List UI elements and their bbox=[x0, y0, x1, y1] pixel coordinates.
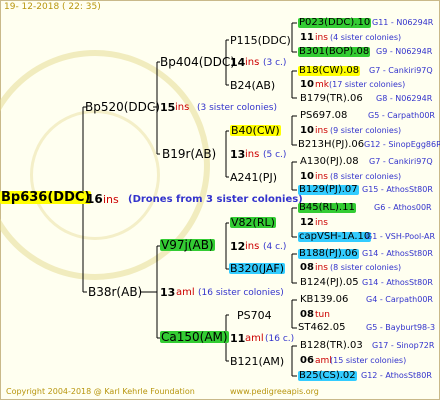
gen3-queen-1: P115(DDC) bbox=[230, 34, 291, 47]
gen4-sisters-11: (8 sister colonies) bbox=[330, 172, 402, 181]
gen4-info-19: G5 - Bayburt98-3 bbox=[366, 323, 436, 332]
gen4-sisters-row: (8 sister colonies) bbox=[330, 263, 402, 272]
gen3-queen-5: V82(RL) bbox=[230, 216, 276, 229]
date-stamp: 19- 12-2018 ( 22: 35) bbox=[4, 2, 101, 12]
gen4-info-3: G9 - N06294R bbox=[376, 47, 433, 56]
root-ins-value: 16 bbox=[86, 192, 103, 206]
root-drones: (Drones from 3 sister colonies) bbox=[128, 194, 303, 205]
gen4-queen-12: B129(PJ).07 bbox=[298, 184, 359, 195]
gen2-ins-3: 12 bbox=[230, 240, 246, 253]
gen2-ins-label-4: aml bbox=[245, 333, 264, 344]
gen4-info-16: G14 - AthosSt80R bbox=[362, 249, 433, 258]
gen4-queen-16: B188(PJ).06 bbox=[298, 248, 359, 259]
gen4-ins-2: 11 bbox=[300, 32, 314, 43]
gen1-ins-label-2: aml bbox=[176, 287, 195, 298]
gen4-ins-11: 10 bbox=[300, 171, 314, 182]
gen4-sisters-5: (17 sister colonies) bbox=[329, 80, 406, 89]
gen4-info-21: G12 - AthosSt80R bbox=[361, 371, 432, 380]
gen4-info-7: G5 - Carpath00R bbox=[368, 111, 435, 120]
gen1-queen-2: B38r(AB) bbox=[88, 285, 143, 299]
gen4-ins-5: 10 bbox=[300, 79, 314, 90]
gen3-ins-label-6: ins bbox=[315, 263, 328, 273]
root-queen: Bp636(DDC) bbox=[0, 190, 92, 205]
pedigree-canvas: 19- 12-2018 ( 22: 35) Bp636(DDC) 16 ins … bbox=[0, 0, 440, 400]
gen4-ins-label-14: ins bbox=[315, 218, 328, 228]
gen4-queen-21: B25(CS).02 bbox=[298, 370, 357, 381]
gen1-ins-1: 15 bbox=[160, 101, 176, 114]
gen4-queen-20: B128(TR).03 bbox=[300, 340, 363, 351]
gen1-queen-1: Bp520(DDC) bbox=[85, 100, 160, 114]
gen4-info-10: G7 - Cankiri97Q bbox=[369, 157, 433, 166]
gen1-ins-label-1: ins bbox=[175, 102, 190, 113]
gen1-sisters-1: (3 sister colonies) bbox=[197, 103, 278, 113]
gen2-ins-label-3: ins bbox=[245, 241, 260, 252]
gen2-ins-4: 11 bbox=[230, 332, 246, 345]
gen4-queen-15: capVSH-1A.10 bbox=[298, 231, 372, 242]
gen4-info-17: G14 - AthosSt80R bbox=[362, 278, 433, 287]
gen3-sisters-8: (15 sister colonies) bbox=[330, 356, 407, 365]
site-url[interactable]: www.pedigreeapis.org bbox=[230, 388, 319, 396]
gen3-ins-label-7: tun bbox=[315, 310, 330, 320]
root-ins-label: ins bbox=[103, 193, 119, 206]
gen2-sisters-3: (4 c.) bbox=[263, 242, 287, 252]
copyright: Copyright 2004-2018 @ Karl Kehrle Founda… bbox=[6, 387, 195, 396]
gen3-queen-6: B320(JAF) bbox=[229, 262, 286, 275]
gen4-queen-1: P023(DDC).10 bbox=[298, 17, 372, 28]
gen4-queen-4: B18(CW).08 bbox=[298, 65, 361, 76]
gen2-queen-1: Bp404(DDC) bbox=[160, 55, 235, 69]
gen4-queen-17: B124(PJ).05 bbox=[300, 277, 359, 288]
gen4-info-1: G11 - N06294R bbox=[372, 18, 434, 27]
gen4-ins-14: 12 bbox=[300, 217, 314, 228]
gen3-queen-7: PS704 bbox=[237, 309, 272, 322]
gen4-ins-label-2: ins bbox=[315, 33, 328, 43]
gen4-ins-8: 10 bbox=[300, 125, 314, 136]
gen2-queen-3: V97j(AB) bbox=[160, 238, 215, 252]
gen4-info-13: G6 - Athos00R bbox=[374, 203, 432, 212]
gen3-queen-8: B121(AM) bbox=[230, 355, 285, 368]
gen1-ins-2: 13 bbox=[160, 286, 176, 299]
gen4-queen-18: KB139.06 bbox=[300, 294, 349, 305]
gen3-queen-3: B40(CW) bbox=[230, 124, 281, 137]
gen2-queen-2: B19r(AB) bbox=[162, 147, 217, 161]
gen4-queen-9: B213H(PJ).06 bbox=[298, 139, 365, 150]
gen2-ins-2: 13 bbox=[230, 148, 246, 161]
gen4-sisters-8: (9 sister colonies) bbox=[330, 126, 402, 135]
gen2-ins-label-1: ins bbox=[245, 57, 260, 68]
gen4-info-9: G12 - SinopEgg86R bbox=[364, 140, 440, 149]
gen2-ins-1: 14 bbox=[230, 56, 246, 69]
gen4-queen-10: A130(PJ).08 bbox=[300, 156, 359, 167]
gen4-queen-3: B301(BOP).08 bbox=[298, 46, 371, 57]
gen2-sisters-2: (5 c.) bbox=[263, 150, 287, 160]
gen4-info-20: G17 - Sinop72R bbox=[372, 341, 435, 350]
gen4-info-12: G15 - AthosSt80R bbox=[362, 185, 433, 194]
gen4-ins-label-5: mk bbox=[315, 80, 329, 90]
gen4-ins-label-8: ins bbox=[315, 126, 328, 136]
gen4-info-15: G1 - VSH-Pool-AR bbox=[366, 232, 436, 241]
gen3-ins-7: 08 bbox=[300, 309, 314, 320]
gen3-ins-8: 06 bbox=[300, 355, 314, 366]
gen2-ins-label-2: ins bbox=[245, 149, 260, 160]
gen4-queen-6: B179(TR).06 bbox=[300, 93, 363, 104]
gen3-queen-4: A241(PJ) bbox=[230, 171, 277, 184]
gen4-info-6: G8 - N06294R bbox=[376, 94, 433, 103]
gen4-queen-7: PS697.08 bbox=[300, 110, 348, 121]
gen2-sisters-4: (16 c.) bbox=[265, 334, 295, 344]
gen4-sisters-2: (4 sister colonies) bbox=[330, 33, 402, 42]
gen1-sisters-2: (16 sister colonies) bbox=[198, 288, 284, 298]
gen2-queen-4: Ca150(AM) bbox=[160, 330, 229, 344]
gen4-queen-19: ST462.05 bbox=[298, 322, 346, 333]
gen4-ins-label-11: ins bbox=[315, 172, 328, 182]
gen4-info-18: G4 - Carpath00R bbox=[366, 295, 433, 304]
gen3-queen-2: B24(AB) bbox=[230, 79, 276, 92]
gen4-info-4: G7 - Cankiri97Q bbox=[369, 66, 433, 75]
gen2-sisters-1: (3 c.) bbox=[263, 58, 287, 68]
gen4-queen-13: B45(RL).11 bbox=[298, 202, 356, 213]
gen3-ins-6: 08 bbox=[300, 262, 314, 273]
